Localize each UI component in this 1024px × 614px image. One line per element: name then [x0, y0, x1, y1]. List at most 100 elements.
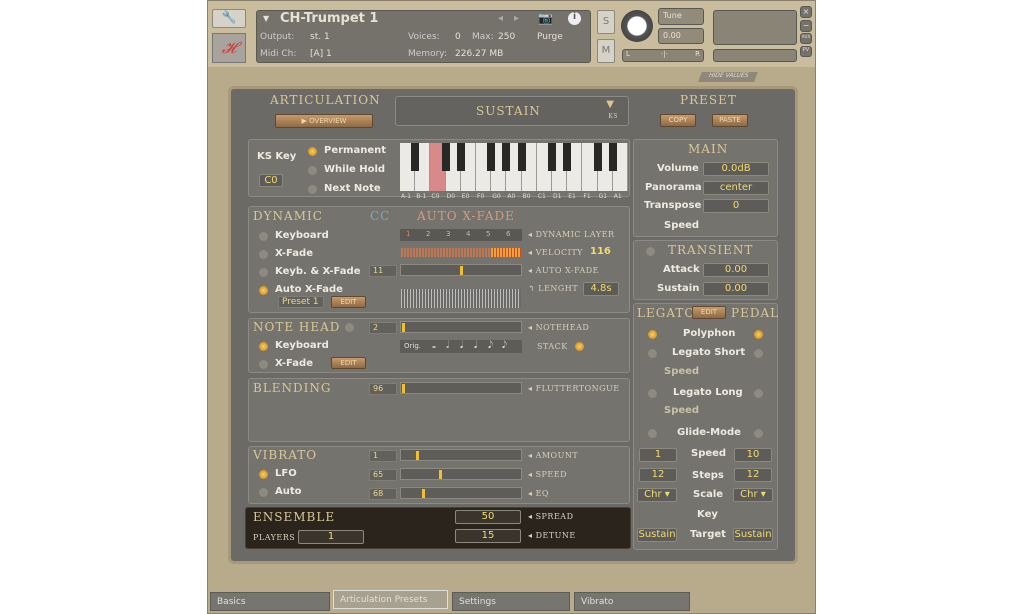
glide-toggle-right[interactable]	[754, 429, 763, 438]
sustain-value[interactable]: 0.00	[703, 282, 769, 296]
tab-vibrato[interactable]: Vibrato	[574, 592, 690, 611]
layer-button[interactable]: 4	[466, 230, 470, 238]
tune-value[interactable]: 0.00	[658, 28, 704, 44]
detune-value[interactable]: 15	[455, 529, 521, 543]
note-value-option[interactable]: 𝅘𝅥𝅮	[488, 340, 493, 351]
note-value-option[interactable]: 𝅘𝅥	[474, 340, 477, 351]
note-value-option[interactable]: 𝅗𝅥	[446, 340, 449, 351]
vibrato-cc-select[interactable]: 1	[369, 450, 397, 462]
dynamic-mode-toggle[interactable]	[259, 286, 268, 295]
dynamic-mode-toggle[interactable]	[259, 268, 268, 277]
ks-mode-toggle[interactable]	[308, 185, 317, 194]
legato-long-toggle-right[interactable]	[754, 389, 763, 398]
target-right-select[interactable]: Sustain	[733, 528, 773, 542]
length-value[interactable]: 4.8s	[583, 282, 619, 296]
transient-toggle[interactable]	[646, 247, 655, 256]
overview-button[interactable]: ▶ OVERVIEW	[275, 114, 373, 128]
ks-mode-option[interactable]: Next Note	[324, 183, 381, 194]
notehead-edit-button[interactable]: EDIT	[331, 357, 366, 369]
prev-icon[interactable]: ◂	[498, 13, 503, 24]
layer-button[interactable]: 6	[506, 230, 510, 238]
black-key[interactable]	[487, 143, 496, 171]
fluttertongue-slider[interactable]	[400, 382, 522, 394]
note-value-option[interactable]: 𝅘𝅥	[460, 340, 463, 351]
auto-xfade-cc-select[interactable]: 11	[369, 265, 397, 277]
dynamic-mode-toggle[interactable]	[259, 250, 268, 259]
dynamic-mode-option[interactable]: Keyb. & X-Fade	[275, 266, 361, 277]
dynamic-mode-option[interactable]: Auto X-Fade	[275, 284, 343, 295]
layer-button[interactable]: 2	[426, 230, 430, 238]
black-key[interactable]	[411, 143, 420, 171]
black-key[interactable]	[441, 143, 450, 171]
max-value[interactable]: 250	[498, 32, 515, 42]
keyboard[interactable]: A-1 B-1 C0 D0 E0 F0 G0 A0 B0 C1 D1 E1 F1 G1 A1	[400, 143, 628, 200]
legato-long-toggle-left[interactable]	[648, 389, 657, 398]
spread-value[interactable]: 50	[455, 510, 521, 524]
close-button[interactable]: ×	[800, 6, 812, 18]
slider-thumb[interactable]	[438, 470, 442, 479]
instrument-name[interactable]: CH-Trumpet 1	[280, 11, 378, 26]
stack-toggle[interactable]	[575, 342, 584, 351]
steps-left[interactable]: 12	[639, 468, 677, 482]
orig-option[interactable]: Orig.	[404, 342, 421, 350]
tab-basics[interactable]: Basics	[210, 592, 330, 611]
polyphon-toggle-left[interactable]	[648, 330, 657, 339]
black-key[interactable]	[502, 143, 511, 171]
black-key[interactable]	[548, 143, 556, 171]
notehead-mode-toggle[interactable]	[259, 360, 268, 369]
pan-slider[interactable]: L ·|· R	[622, 49, 704, 62]
info-icon[interactable]: i	[568, 12, 581, 25]
ks-mode-option[interactable]: While Hold	[324, 164, 385, 175]
dynamic-layer-selector[interactable]: 1 2 3 4 5 6	[400, 229, 522, 241]
black-key[interactable]	[593, 143, 602, 171]
slider-thumb[interactable]	[422, 489, 426, 498]
panorama-value[interactable]: center	[703, 181, 769, 195]
steps-right[interactable]: 12	[734, 468, 772, 482]
vibrato-mode-option[interactable]: Auto	[275, 486, 302, 497]
dynamic-mode-option[interactable]: Keyboard	[275, 230, 329, 241]
midi-value[interactable]: [A] 1	[310, 49, 332, 59]
vibrato-slider[interactable]	[400, 487, 522, 499]
vibrato-mode-option[interactable]: LFO	[275, 468, 297, 479]
layer-button[interactable]: 3	[446, 230, 450, 238]
transpose-value[interactable]: 0	[703, 199, 769, 213]
volume-value[interactable]: 0.0dB	[703, 162, 769, 176]
paste-button[interactable]: PASTE	[712, 114, 748, 127]
copy-button[interactable]: COPY	[660, 114, 696, 127]
articulation-selector[interactable]: SUSTAIN ▼ KS	[395, 96, 629, 126]
mute-button[interactable]: M	[597, 39, 615, 63]
slider-thumb[interactable]	[416, 451, 420, 460]
black-key[interactable]	[563, 143, 572, 171]
glide-speed-left[interactable]: 1	[639, 448, 677, 462]
tab-articulation-presets[interactable]: Articulation Presets	[333, 590, 448, 609]
vibrato-mode-toggle[interactable]	[259, 488, 268, 497]
notehead-cc-select[interactable]: 2	[369, 322, 397, 334]
note-value-option[interactable]: 𝅝	[432, 340, 436, 351]
vibrato-cc-select[interactable]: 68	[369, 488, 397, 500]
legato-edit-button[interactable]: EDIT	[692, 306, 726, 319]
auto-xfade-slider[interactable]	[400, 264, 522, 276]
black-key[interactable]	[517, 143, 526, 171]
next-icon[interactable]: ▸	[514, 13, 519, 24]
layer-button[interactable]: 1	[406, 230, 410, 238]
output-value[interactable]: st. 1	[310, 32, 330, 42]
note-value-option[interactable]: 𝅘𝅥𝅮	[502, 340, 507, 351]
legato-short-toggle-left[interactable]	[648, 349, 657, 358]
glide-speed-right[interactable]: 10	[734, 448, 772, 462]
vibrato-mode-toggle[interactable]	[259, 470, 268, 479]
polyphon-toggle-right[interactable]	[754, 330, 763, 339]
attack-value[interactable]: 0.00	[703, 263, 769, 277]
players-value[interactable]: 1	[298, 530, 364, 544]
aux-button[interactable]: AUX	[800, 33, 812, 44]
glide-toggle-left[interactable]	[648, 429, 657, 438]
tune-knob[interactable]	[621, 10, 653, 42]
notehead-mode-option[interactable]: X-Fade	[275, 358, 313, 369]
vibrato-cc-select[interactable]: 65	[369, 469, 397, 481]
target-left-select[interactable]: Sustain	[637, 528, 677, 542]
notehead-toggle[interactable]	[345, 323, 354, 332]
notehead-mode-toggle[interactable]	[259, 342, 268, 351]
blending-cc-select[interactable]: 96	[369, 383, 397, 395]
solo-button[interactable]: S	[597, 10, 615, 34]
dynamic-mode-toggle[interactable]	[259, 232, 268, 241]
legato-short-toggle-right[interactable]	[754, 349, 763, 358]
